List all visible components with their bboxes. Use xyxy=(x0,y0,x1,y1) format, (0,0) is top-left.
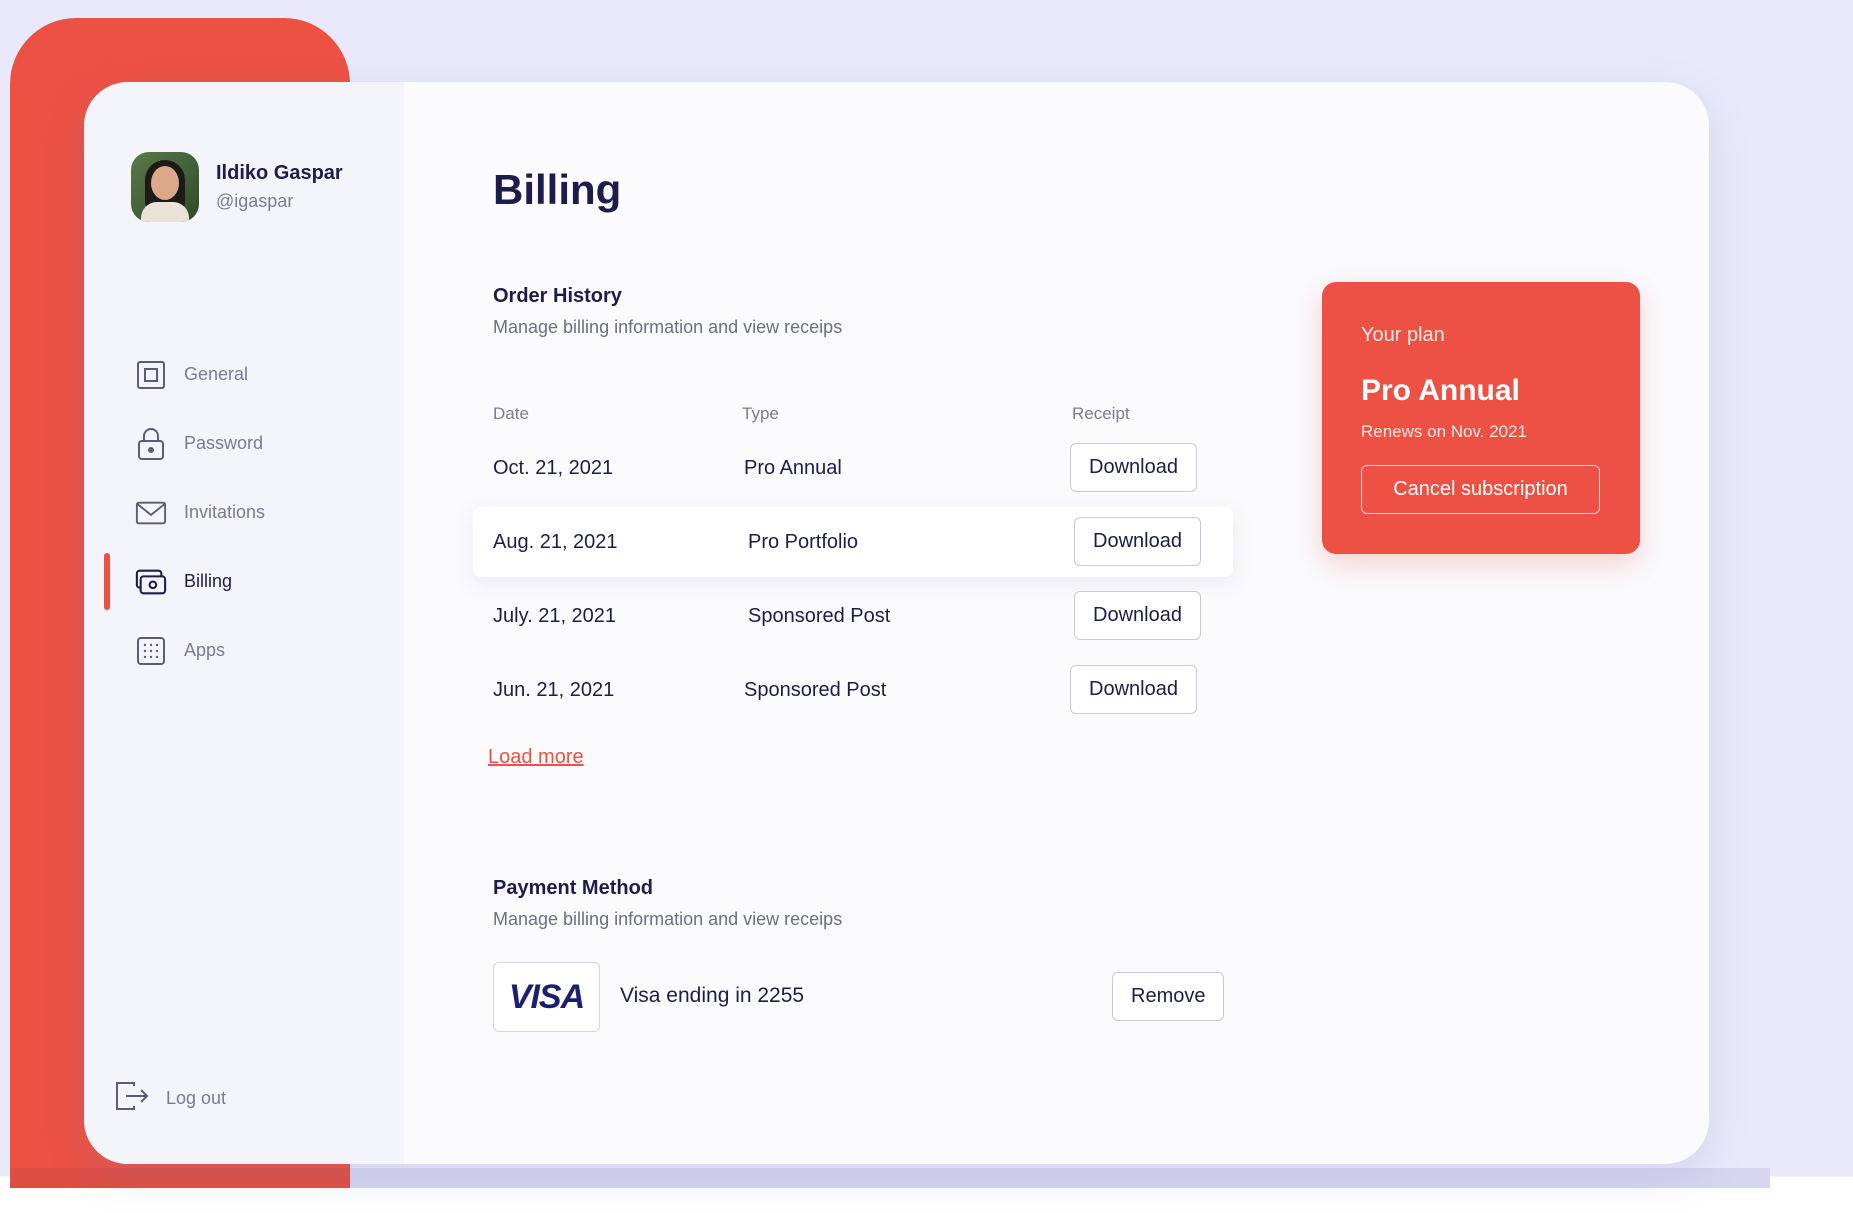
avatar xyxy=(131,152,199,222)
logout-label: Log out xyxy=(166,1088,227,1108)
sidebar-item-label: Apps xyxy=(184,640,226,660)
sidebar-item-billing[interactable]: Billing xyxy=(84,547,404,616)
sidebar-nav: General Password Invitations Billing App… xyxy=(84,340,404,685)
cancel-subscription-button[interactable]: Cancel subscription xyxy=(1361,465,1600,514)
download-button[interactable]: Download xyxy=(1074,591,1201,640)
table-row: Aug. 21, 2021 Pro Portfolio Download xyxy=(473,507,1233,577)
page-title: Billing xyxy=(493,166,622,213)
remove-card-button[interactable]: Remove xyxy=(1112,972,1225,1021)
user-profile[interactable]: Ildiko Gaspar @igaspar xyxy=(131,152,343,222)
grid-icon xyxy=(135,635,167,667)
download-button[interactable]: Download xyxy=(1074,517,1201,566)
plan-card: Your plan Pro Annual Renews on Nov. 2021… xyxy=(1322,282,1640,554)
plan-label: Your plan xyxy=(1361,324,1445,346)
load-more-link[interactable]: Load more xyxy=(488,746,584,769)
sidebar-item-apps[interactable]: Apps xyxy=(84,616,404,685)
logout-button[interactable]: Log out xyxy=(114,1080,226,1117)
card-description: Visa ending in 2255 xyxy=(620,984,805,1007)
payment-method-title: Payment Method xyxy=(493,877,654,899)
active-indicator xyxy=(104,553,110,610)
visa-logo: VISA xyxy=(508,977,585,1016)
sidebar-item-label: Billing xyxy=(184,571,233,591)
visa-card-logo: VISA xyxy=(493,962,600,1032)
user-handle: @igaspar xyxy=(216,191,294,211)
table-row: Oct. 21, 2021 Pro Annual Download xyxy=(473,433,1233,503)
lock-icon xyxy=(135,427,167,460)
sidebar-item-label: Invitations xyxy=(184,502,266,522)
order-type: Sponsored Post xyxy=(744,678,887,701)
plan-renewal: Renews on Nov. 2021 xyxy=(1361,422,1528,441)
mail-icon xyxy=(135,497,167,529)
order-history-title: Order History xyxy=(493,285,622,307)
decorative-bottom-shade-red xyxy=(10,1168,350,1188)
order-date: Aug. 21, 2021 xyxy=(493,530,618,553)
order-type: Pro Annual xyxy=(744,456,842,479)
order-type: Pro Portfolio xyxy=(748,530,859,553)
order-date: July. 21, 2021 xyxy=(493,604,617,627)
user-name: Ildiko Gaspar xyxy=(216,162,343,184)
download-button[interactable]: Download xyxy=(1070,443,1197,492)
logout-icon xyxy=(114,1080,150,1117)
order-date: Oct. 21, 2021 xyxy=(493,456,614,479)
column-header-type: Type xyxy=(742,404,779,423)
download-button[interactable]: Download xyxy=(1070,665,1197,714)
sidebar-item-password[interactable]: Password xyxy=(84,409,404,478)
settings-card: Ildiko Gaspar @igaspar General Password … xyxy=(84,82,1709,1164)
payment-method-subtitle: Manage billing information and view rece… xyxy=(493,909,843,929)
sidebar-item-general[interactable]: General xyxy=(84,340,404,409)
sidebar: Ildiko Gaspar @igaspar General Password … xyxy=(84,82,404,1164)
order-history-subtitle: Manage billing information and view rece… xyxy=(493,317,843,337)
sidebar-item-label: General xyxy=(184,364,249,384)
table-row: July. 21, 2021 Sponsored Post Download xyxy=(473,581,1233,651)
column-header-receipt: Receipt xyxy=(1072,404,1130,423)
order-date: Jun. 21, 2021 xyxy=(493,678,615,701)
square-icon xyxy=(135,359,167,391)
column-header-date: Date xyxy=(493,404,529,423)
order-type: Sponsored Post xyxy=(748,604,891,627)
table-row: Jun. 21, 2021 Sponsored Post Download xyxy=(473,655,1233,725)
billing-icon xyxy=(135,566,167,598)
plan-name: Pro Annual xyxy=(1361,374,1520,407)
sidebar-item-label: Password xyxy=(184,433,264,453)
sidebar-item-invitations[interactable]: Invitations xyxy=(84,478,404,547)
